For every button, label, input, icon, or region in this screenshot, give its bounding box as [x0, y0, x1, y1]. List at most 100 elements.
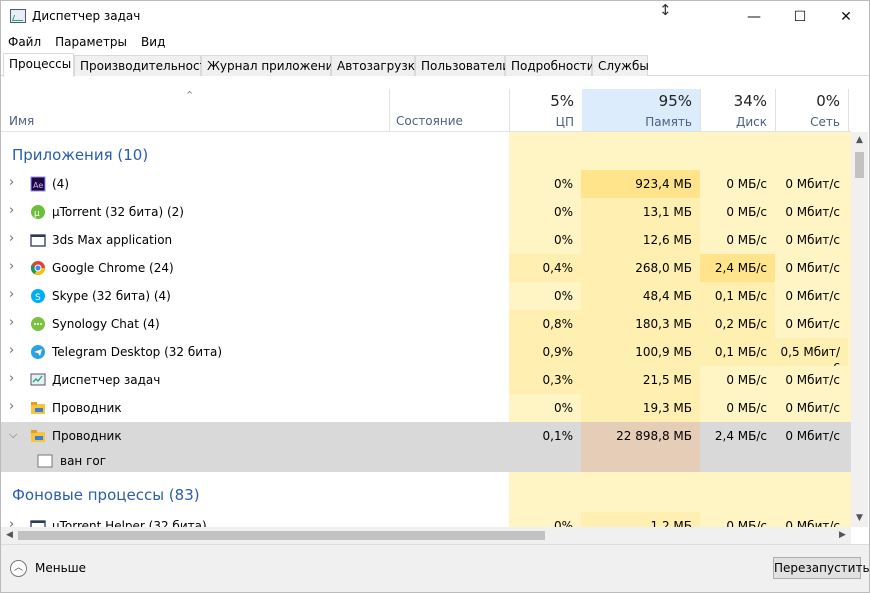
- chevron-right-icon[interactable]: ›: [9, 517, 14, 527]
- scroll-down-icon[interactable]: ▼: [851, 510, 868, 527]
- chevron-right-icon[interactable]: ›: [9, 175, 14, 190]
- menu-view[interactable]: Вид: [141, 35, 165, 49]
- cell-cpu: 0%: [509, 170, 581, 198]
- tab-processes[interactable]: Процессы: [3, 53, 74, 77]
- tab-app-history[interactable]: Журнал приложений: [201, 55, 341, 76]
- process-list: Приложения (10) › Ae (4) 0% 923,4 МБ 0 МБ/с 0 …: [1, 132, 851, 527]
- header-memory[interactable]: 95% Память: [582, 89, 700, 131]
- window-icon: [30, 232, 46, 248]
- header-cpu-pct: 5%: [550, 92, 574, 110]
- close-button[interactable]: ✕: [823, 1, 869, 32]
- explorer-icon: [30, 400, 46, 416]
- tab-services[interactable]: Службы: [592, 55, 649, 76]
- tab-strip: Процессы Производительность Журнал прило…: [1, 53, 869, 77]
- maximize-icon: ☐: [793, 8, 807, 25]
- maximize-button[interactable]: ☐: [777, 1, 823, 32]
- vertical-scrollbar[interactable]: ▲ ▼: [851, 132, 868, 527]
- table-row[interactable]: › Ae (4) 0% 923,4 МБ 0 МБ/с 0 Мбит/с: [1, 170, 851, 198]
- table-row[interactable]: ⌵ Проводник 0,1% 22 898,8 МБ 2,4 МБ/с 0 Мбит/…: [1, 422, 851, 450]
- column-header: ⌃ Имя Состояние 5% ЦП 95% Память 34% Дис…: [1, 89, 851, 132]
- table-row[interactable]: › 3ds Max application 0% 12,6 МБ 0 МБ/с 0 Мби…: [1, 226, 851, 254]
- table-row[interactable]: › Google Chrome (24) 0,4% 268,0 МБ 2,4 МБ/с 0…: [1, 254, 851, 282]
- scroll-left-icon[interactable]: ◀: [1, 527, 18, 544]
- chevron-right-icon[interactable]: ›: [9, 231, 14, 246]
- process-name: Google Chrome (24): [52, 261, 174, 275]
- mouse-cursor-icon: ↕: [659, 1, 672, 19]
- subrow-cell: [581, 450, 700, 472]
- cell-cpu: 0%: [509, 512, 581, 527]
- cell-mem: 180,3 МБ: [581, 310, 700, 338]
- tab-startup[interactable]: Автозагрузка: [331, 55, 422, 76]
- cell-net: 0 Мбит/с: [775, 198, 848, 226]
- process-name: Диспетчер задач: [52, 373, 161, 387]
- table-row[interactable]: › Telegram Desktop (32 бита) 0,9% 100,9 МБ 0…: [1, 338, 851, 373]
- horizontal-scrollbar[interactable]: ◀ ▶: [1, 527, 851, 544]
- svg-text:S: S: [35, 293, 41, 303]
- header-name[interactable]: Имя: [9, 114, 34, 128]
- cell-net: 0 Мбит/с: [775, 394, 848, 422]
- chevron-right-icon[interactable]: ›: [9, 399, 14, 414]
- process-name: Проводник: [52, 429, 122, 443]
- process-name: µTorrent (32 бита) (2): [52, 205, 184, 219]
- chevron-right-icon[interactable]: ›: [9, 203, 14, 218]
- group-background-label: Фоновые процессы (83): [12, 486, 200, 504]
- header-disk[interactable]: 34% Диск: [701, 89, 775, 131]
- header-network[interactable]: 0% Сеть: [776, 89, 848, 131]
- chevron-up-circle-icon[interactable]: ︿: [10, 560, 27, 577]
- horizontal-scroll-thumb[interactable]: [18, 531, 545, 540]
- table-row[interactable]: › Диспетчер задач 0,3% 21,5 МБ 0 МБ/с 0 Мбит/…: [1, 366, 851, 394]
- cell-mem: 268,0 МБ: [581, 254, 700, 282]
- header-memory-pct: 95%: [658, 92, 692, 110]
- tab-users[interactable]: Пользователи: [415, 55, 510, 76]
- process-name: µTorrent Helper (32 бита): [52, 519, 207, 527]
- fewer-details-link[interactable]: Меньше: [35, 561, 86, 575]
- header-state[interactable]: Состояние: [396, 114, 463, 128]
- group-apps-label: Приложения (10): [12, 146, 149, 164]
- menu-options[interactable]: Параметры: [55, 35, 127, 49]
- cell-cpu: 0%: [509, 198, 581, 226]
- scroll-up-icon[interactable]: ▲: [851, 132, 868, 149]
- chevron-right-icon[interactable]: ›: [9, 259, 14, 274]
- chevron-right-icon[interactable]: ›: [9, 371, 14, 386]
- minimize-icon: —: [747, 8, 761, 25]
- cell-disk: 0 МБ/с: [700, 394, 775, 422]
- group-header-apps[interactable]: Приложения (10): [1, 140, 851, 168]
- cell-net: 0 Мбит/с: [775, 282, 848, 310]
- process-name: 3ds Max application: [52, 233, 173, 247]
- chevron-down-icon[interactable]: ⌵: [9, 428, 17, 442]
- tab-performance[interactable]: Производительность: [74, 55, 214, 76]
- window-title: Диспетчер задач: [32, 9, 141, 23]
- restart-button[interactable]: Перезапустить: [773, 557, 870, 579]
- header-network-label: Сеть: [810, 115, 840, 129]
- chevron-right-icon[interactable]: ›: [9, 315, 14, 330]
- cell-cpu: 0,4%: [509, 254, 581, 282]
- table-row[interactable]: › S Skype (32 бита) (4) 0% 48,4 МБ 0,1 МБ/с 0 …: [1, 282, 851, 310]
- footer-bar: ︿ Меньше Перезапустить: [1, 544, 870, 592]
- scroll-right-icon[interactable]: ▶: [834, 527, 851, 544]
- chevron-right-icon[interactable]: ›: [9, 343, 14, 358]
- subrow-cell: [700, 450, 775, 472]
- table-row[interactable]: › Проводник 0% 19,3 МБ 0 МБ/с 0 Мбит/с: [1, 394, 851, 422]
- cell-cpu: 0%: [509, 226, 581, 254]
- minimize-button[interactable]: —: [731, 1, 777, 32]
- table-subrow[interactable]: ван гог: [1, 450, 851, 472]
- cell-disk: 2,4 МБ/с: [700, 254, 775, 282]
- menu-file[interactable]: Файл: [8, 35, 41, 49]
- cell-net: 0 Мбит/с: [775, 254, 848, 282]
- header-disk-pct: 34%: [733, 92, 767, 110]
- tab-details[interactable]: Подробности: [505, 55, 595, 76]
- task-manager-icon: [30, 372, 46, 388]
- chevron-right-icon[interactable]: ›: [9, 287, 14, 302]
- cell-net: 0 Мбит/с: [775, 366, 848, 394]
- cell-disk: 0,2 МБ/с: [700, 310, 775, 338]
- title-bar: Диспетчер задач ↕ — ☐ ✕: [0, 0, 870, 31]
- header-cpu[interactable]: 5% ЦП: [510, 89, 582, 131]
- cell-net: 0 Мбит/с: [775, 422, 848, 450]
- table-row[interactable]: › µ µTorrent (32 бита) (2) 0% 13,1 МБ 0 МБ/с 0…: [1, 198, 851, 226]
- group-header-background[interactable]: Фоновые процессы (83): [1, 480, 851, 508]
- menu-bar: Файл Параметры Вид: [1, 31, 869, 53]
- vertical-scroll-thumb[interactable]: [855, 152, 864, 178]
- cell-disk: 0,1 МБ/с: [700, 338, 775, 366]
- table-row[interactable]: › Synology Chat (4) 0,8% 180,3 МБ 0,2 МБ/с 0 …: [1, 310, 851, 338]
- table-row[interactable]: › µTorrent Helper (32 бита) 0% 1,2 МБ 0 МБ/с…: [1, 512, 851, 527]
